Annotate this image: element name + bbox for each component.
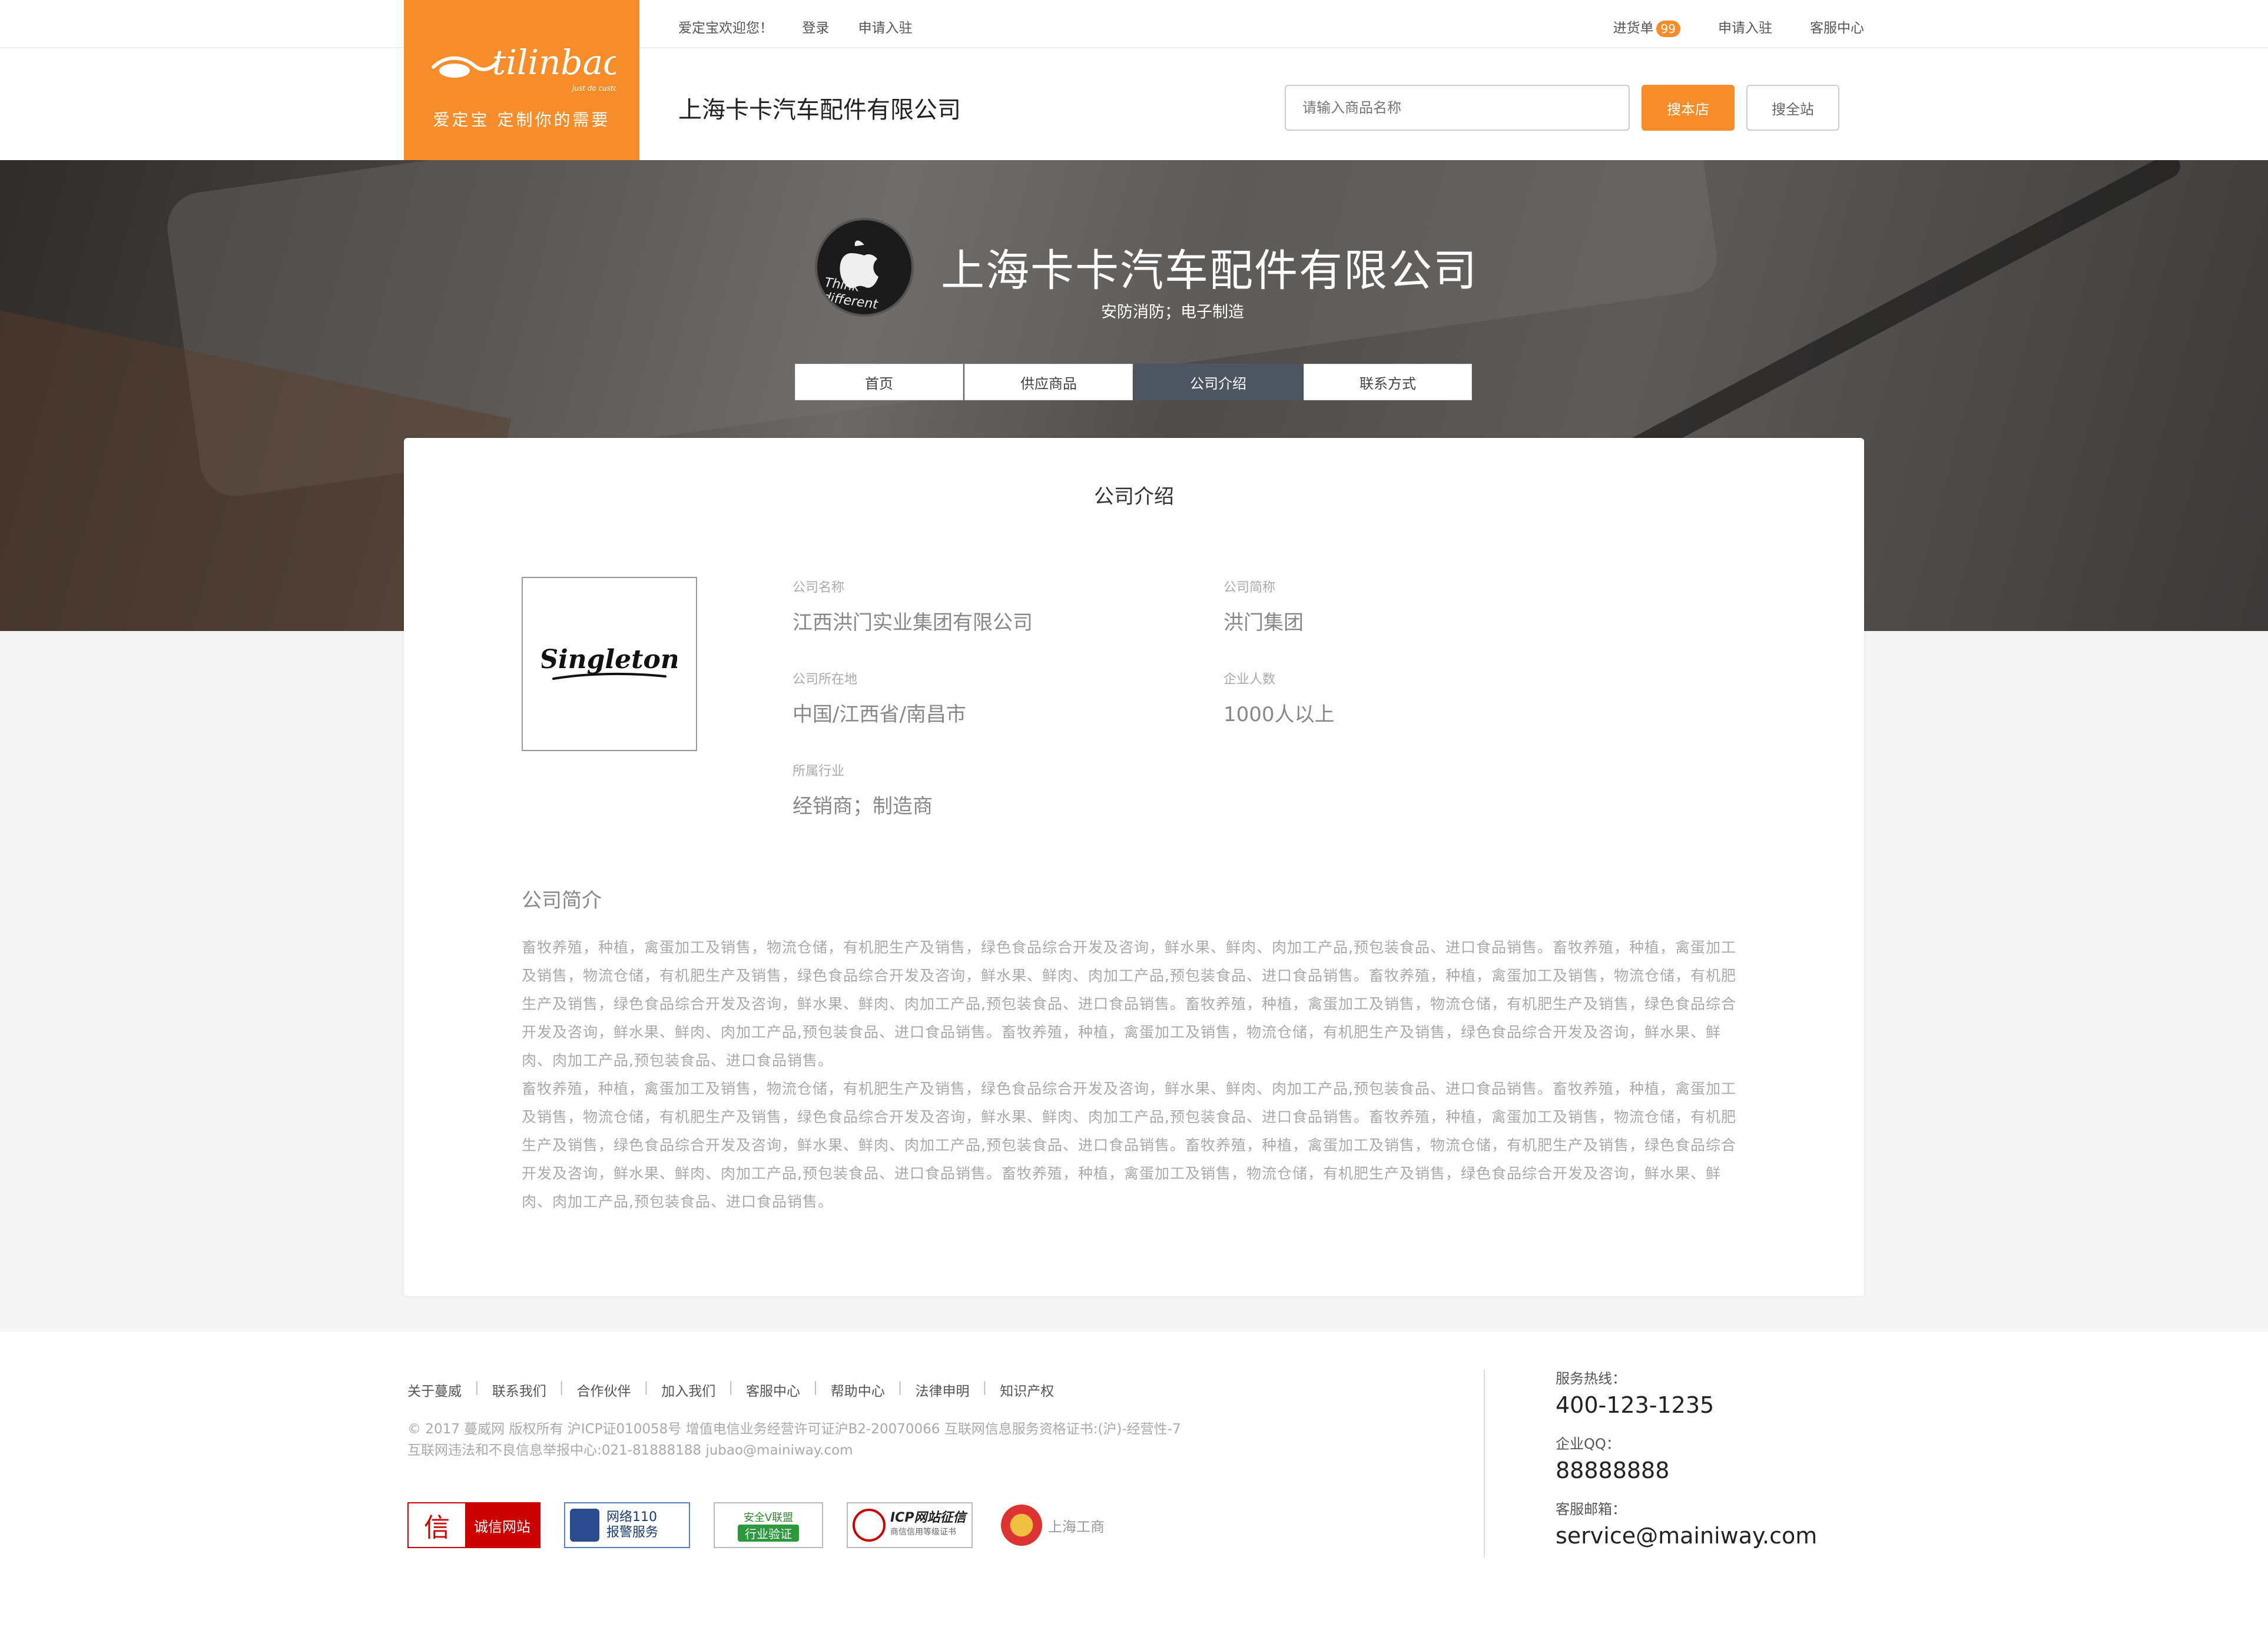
emblem-icon [1001, 1505, 1042, 1546]
top-right-links: 进货单 99 申请入驻 客服中心 [1613, 16, 1864, 37]
banner-shop-industry: 安防消防；电子制造 [1101, 303, 1244, 321]
email-value[interactable]: service@mainiway.com [1556, 1523, 1817, 1549]
top-links: 爱定宝欢迎您！ 登录 申请入驻 [678, 16, 937, 36]
logo-script-text: tilinbao [492, 42, 616, 82]
banner-shop-title: 上海卡卡汽车配件有限公司 [941, 245, 1478, 296]
contact-info: 服务热线： 400-123-1235 企业QQ： 88888888 客服邮箱： … [1556, 1367, 1817, 1563]
qq-value: 88888888 [1556, 1457, 1670, 1483]
intro-description: 畜牧养殖，种植，禽蛋加工及销售，物流仓储，有机肥生产及销售，绿色食品综合开发及咨… [522, 934, 1740, 1216]
trust-badges: 信 诚信网站 网络110 报警服务 安全V联盟 行业验证 ICP网站征信 商信信… [407, 1502, 1109, 1548]
footer-link-partners[interactable]: 合作伙伴 [577, 1380, 631, 1400]
card-title: 公司介绍 [1094, 485, 1174, 509]
icp-seal-icon [853, 1509, 886, 1542]
field-label: 所属行业 [793, 764, 845, 779]
company-logo-text: Singleton [542, 645, 677, 675]
footer-link-contact[interactable]: 联系我们 [492, 1380, 546, 1400]
footer-link-ip[interactable]: 知识产权 [1000, 1380, 1054, 1400]
shop-tabs: 首页 供应商品 公司介绍 联系方式 [795, 364, 1472, 400]
field-label: 企业人数 [1223, 672, 1276, 687]
intro-section-title: 公司简介 [522, 889, 602, 912]
field-company-short-name: 公司简称 洪门集团 [1223, 577, 1304, 635]
footer-link-about[interactable]: 关于蔓威 [407, 1380, 462, 1400]
tab-company-intro[interactable]: 公司介绍 [1134, 364, 1302, 400]
intro-paragraph: 畜牧养殖，种植，禽蛋加工及销售，物流仓储，有机肥生产及销售，绿色食品综合开发及咨… [522, 939, 1736, 1069]
field-label: 公司简称 [1223, 580, 1276, 595]
cart-count-badge: 99 [1656, 20, 1680, 37]
badge-text: 诚信网站 [465, 1503, 539, 1547]
field-company-size: 企业人数 1000人以上 [1223, 669, 1335, 727]
login-link[interactable]: 登录 [802, 21, 829, 36]
hotline-value: 400-123-1235 [1556, 1392, 1715, 1418]
badge-text: 安全V联盟 [743, 1511, 794, 1524]
field-label: 公司所在地 [793, 672, 858, 687]
badge-police[interactable]: 网络110 报警服务 [564, 1502, 690, 1548]
company-logo-wordmark: Singleton [542, 645, 677, 680]
tab-products[interactable]: 供应商品 [964, 364, 1133, 400]
site-header: tilinbao just do custom 爱定宝 定制你的需要 爱定宝欢迎… [0, 0, 2268, 160]
hotline-label: 服务热线： [1556, 1370, 1626, 1387]
copyright-line: © 2017 蔓威网 版权所有 沪ICP证010058号 增值电信业务经营许可证… [407, 1422, 1181, 1437]
field-label: 公司名称 [793, 580, 845, 595]
field-value: 中国/江西省/南昌市 [793, 703, 966, 726]
logo-tagline: just do custom [571, 84, 616, 92]
field-company-location: 公司所在地 中国/江西省/南昌市 [793, 669, 966, 727]
apply-link-right[interactable]: 申请入驻 [1718, 16, 1772, 36]
search-store-button[interactable]: 搜本店 [1642, 85, 1735, 131]
field-company-name: 公司名称 江西洪门实业集团有限公司 [793, 577, 1033, 635]
footer-link-help[interactable]: 帮助中心 [831, 1380, 885, 1400]
shop-avatar: Think different [815, 218, 914, 317]
police-icon [570, 1509, 599, 1542]
badge-shanghai-business[interactable]: 上海工商 [996, 1502, 1109, 1548]
service-link[interactable]: 客服中心 [1810, 16, 1864, 36]
badge-text: 行业验证 [738, 1524, 799, 1542]
badge-text: 网络110 [606, 1510, 657, 1525]
badge-text: 商信信用等级证书 [890, 1528, 956, 1537]
copyright: © 2017 蔓威网 版权所有 沪ICP证010058号 增值电信业务经营许可证… [407, 1419, 1181, 1461]
site-logo[interactable]: tilinbao just do custom 爱定宝 定制你的需要 [404, 0, 639, 160]
search-all-button[interactable]: 搜全站 [1746, 85, 1839, 131]
search-input[interactable] [1285, 85, 1630, 131]
footer-link-service[interactable]: 客服中心 [746, 1380, 800, 1400]
company-logo: Singleton [522, 577, 697, 751]
footer-link-join[interactable]: 加入我们 [661, 1380, 715, 1400]
field-company-industry: 所属行业 经销商；制造商 [793, 761, 933, 819]
footer-links: 关于蔓威 | 联系我们 | 合作伙伴 | 加入我们 | 客服中心 | 帮助中心 | 法律申明… [407, 1380, 1055, 1400]
logo-slogan: 爱定宝 定制你的需要 [433, 110, 611, 130]
tab-contact[interactable]: 联系方式 [1304, 364, 1472, 400]
footer-link-legal[interactable]: 法律申明 [916, 1380, 970, 1400]
tab-home[interactable]: 首页 [795, 364, 963, 400]
top-divider [0, 47, 2268, 48]
credit-icon: 信 [409, 1503, 465, 1547]
footer-divider [1484, 1369, 1485, 1558]
field-value: 经销商；制造商 [793, 795, 933, 818]
welcome-text: 爱定宝欢迎您！ [678, 21, 773, 36]
field-value: 江西洪门实业集团有限公司 [793, 611, 1033, 635]
qq-label: 企业QQ： [1556, 1436, 1620, 1452]
badge-text: ICP网站征信 [890, 1510, 966, 1525]
report-line: 互联网违法和不良信息举报中心:021-81888188 jubao@mainiw… [407, 1443, 853, 1458]
site-footer: 关于蔓威 | 联系我们 | 合作伙伴 | 加入我们 | 客服中心 | 帮助中心 | 法律申明… [0, 1332, 2268, 1627]
badge-icp[interactable]: ICP网站征信 商信信用等级证书 [847, 1502, 973, 1548]
intro-paragraph: 畜牧养殖，种植，禽蛋加工及销售，物流仓储，有机肥生产及销售，绿色食品综合开发及咨… [522, 1080, 1736, 1210]
badge-security-alliance[interactable]: 安全V联盟 行业验证 [714, 1502, 823, 1548]
logo-lamp-icon: tilinbao just do custom [432, 42, 616, 92]
cart-label: 进货单 [1613, 21, 1654, 36]
cart-link[interactable]: 进货单 99 [1613, 16, 1680, 37]
email-label: 客服邮箱： [1556, 1501, 1626, 1518]
badge-text: 上海工商 [1048, 1518, 1105, 1535]
badge-text: 报警服务 [606, 1525, 659, 1540]
badge-credit-site[interactable]: 信 诚信网站 [407, 1502, 541, 1548]
field-value: 1000人以上 [1223, 703, 1335, 726]
shop-name: 上海卡卡汽车配件有限公司 [678, 97, 961, 124]
apply-link[interactable]: 申请入驻 [858, 21, 913, 36]
field-value: 洪门集团 [1223, 611, 1304, 635]
company-intro-card: 公司介绍 Singleton 公司名称 江西洪门实业集团有限公司 公司简称 洪门… [404, 438, 1864, 1296]
